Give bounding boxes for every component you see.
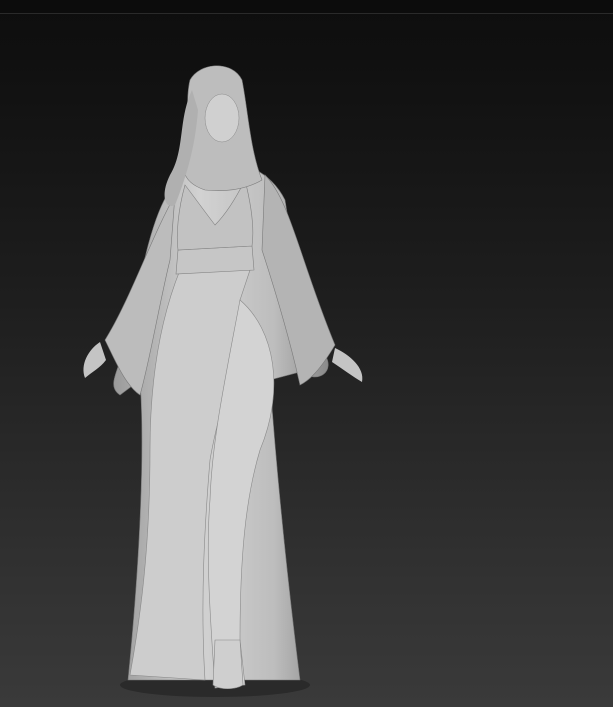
waist-band xyxy=(175,245,255,275)
face xyxy=(204,93,240,143)
boot xyxy=(212,639,244,690)
sculpture-render xyxy=(83,65,363,697)
left-hand xyxy=(83,342,106,378)
viewport[interactable] xyxy=(0,0,613,707)
right-hand xyxy=(332,348,363,382)
